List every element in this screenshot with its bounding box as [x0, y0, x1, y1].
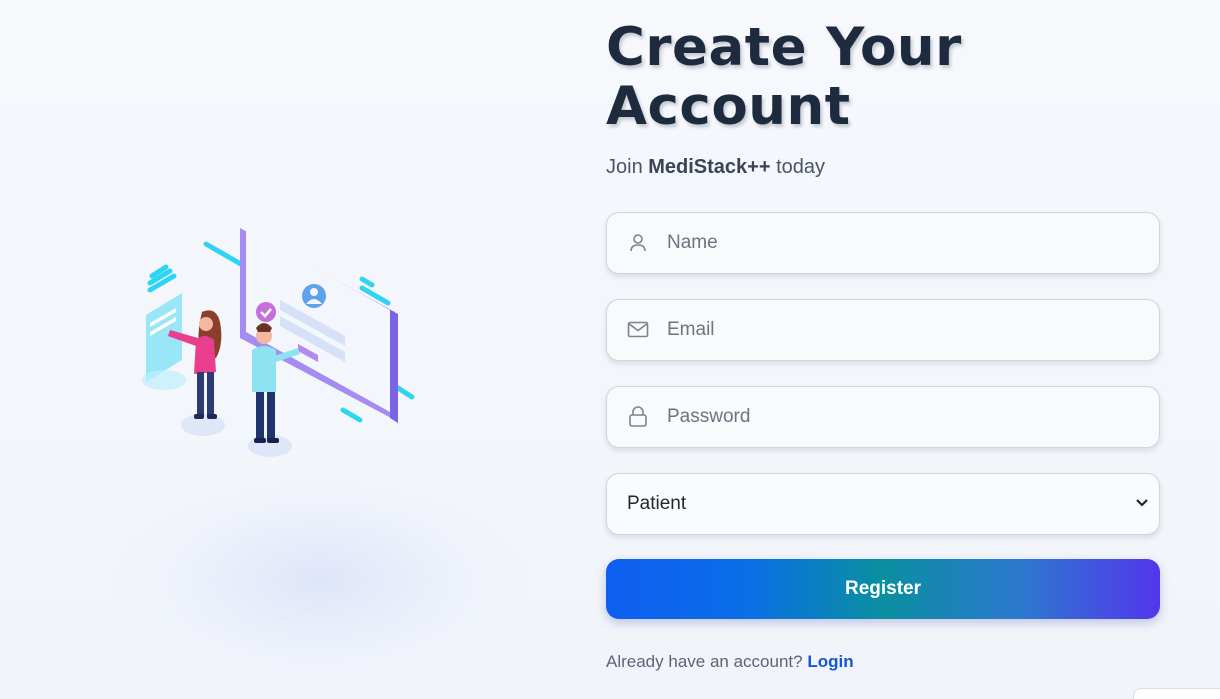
login-question: Already have an account? [606, 652, 803, 671]
background-glow [110, 470, 530, 690]
mail-icon [607, 300, 667, 360]
floating-card [142, 293, 186, 390]
email-field[interactable]: Email [606, 299, 1160, 361]
password-placeholder: Password [667, 406, 751, 427]
email-placeholder: Email [667, 319, 715, 340]
register-form-column: Create Your Account Join MediStack++ tod… [606, 0, 1160, 671]
role-selected-value: Patient [627, 493, 687, 514]
chevron-down-icon [1135, 495, 1149, 513]
register-button[interactable]: Register [606, 559, 1160, 619]
subtitle-suffix: today [770, 156, 826, 178]
name-field[interactable]: Name [606, 212, 1160, 274]
brand-name: MediStack++ [648, 156, 771, 178]
lock-icon [607, 387, 667, 447]
subtitle-prefix: Join [606, 156, 649, 178]
login-link[interactable]: Login [807, 652, 853, 671]
user-icon [607, 213, 667, 273]
page-subtitle: Join MediStack++ today [606, 156, 1160, 179]
name-placeholder: Name [667, 232, 718, 253]
login-prompt: Already have an account? Login [606, 652, 854, 672]
role-select[interactable]: Patient [606, 473, 1160, 535]
page-title: Create Your Account [606, 17, 962, 137]
password-field[interactable]: Password [606, 386, 1160, 448]
signup-illustration [142, 228, 415, 457]
corner-widget [1133, 688, 1220, 699]
